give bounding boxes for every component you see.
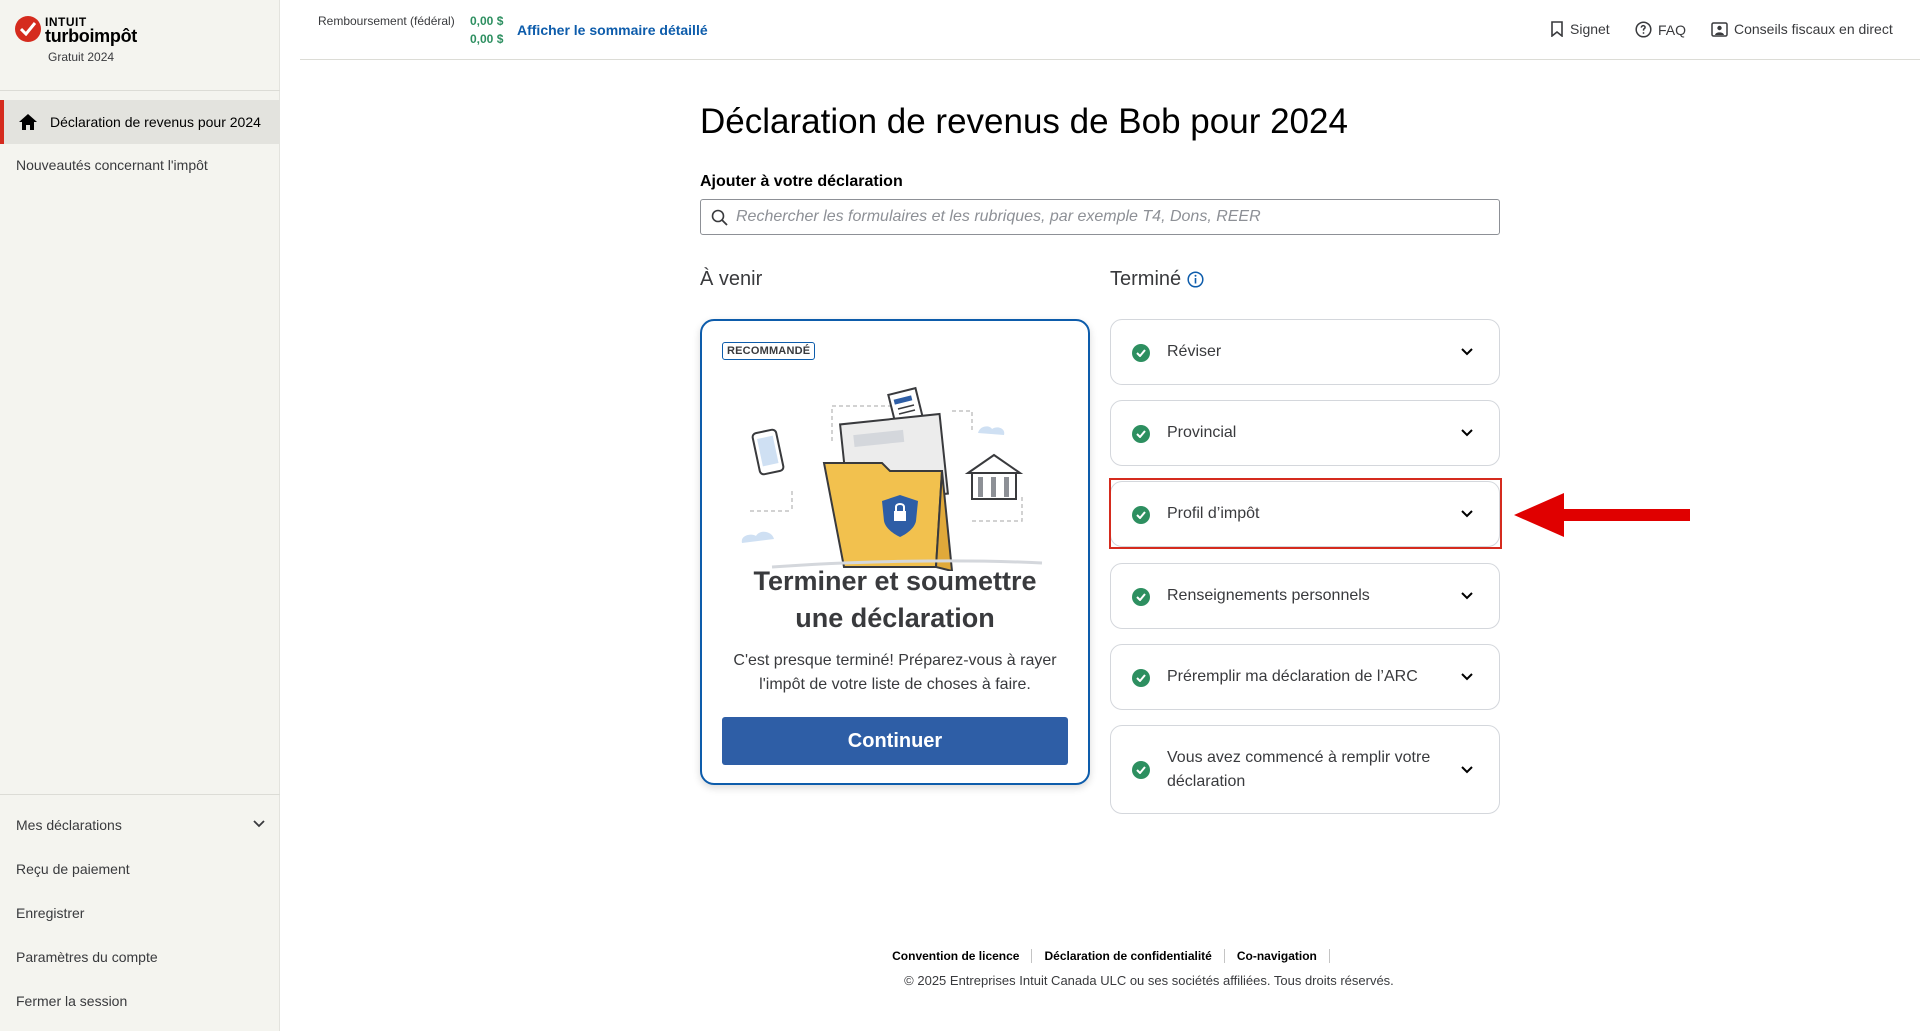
page-title: Déclaration de revenus de Bob pour 2024 — [700, 102, 1348, 141]
search-icon — [711, 209, 728, 226]
check-circle-icon — [1132, 761, 1150, 779]
license-agreement-link[interactable]: Convention de licence — [880, 949, 1033, 963]
card-description: C'est presque terminé! Préparez-vous à r… — [733, 652, 1057, 693]
sidebar-item-account-settings[interactable]: Paramètres du compte — [0, 935, 280, 979]
refund-amount: 0,00 $ — [470, 32, 504, 46]
top-bar: Remboursement (fédéral) 0,00 $ 0,00 $ Af… — [300, 0, 1920, 60]
done-item-personal-info[interactable]: Renseignements personnels — [1110, 563, 1500, 629]
done-item-label: Provincial — [1167, 424, 1237, 441]
done-item-tax-profile[interactable]: Profil d’impôt — [1110, 481, 1500, 547]
sidebar-item-label: Enregistrer — [16, 905, 85, 921]
refund-amount: 0,00 $ — [470, 14, 504, 28]
done-item-provincial[interactable]: Provincial — [1110, 400, 1500, 466]
search-box[interactable] — [700, 199, 1500, 235]
done-item-auto-fill[interactable]: Préremplir ma déclaration de l’ARC — [1110, 644, 1500, 710]
check-circle-icon — [1132, 425, 1150, 443]
bookmark-icon — [1551, 21, 1563, 37]
chevron-down-icon — [1461, 592, 1473, 600]
done-item-label: Réviser — [1167, 343, 1222, 360]
done-heading: Terminé — [1110, 268, 1204, 291]
continue-button[interactable]: Continuer — [722, 717, 1068, 765]
sidebar-divider — [0, 794, 280, 795]
sidebar-item-save[interactable]: Enregistrer — [0, 891, 280, 935]
recommended-badge: RECOMMANDÉ — [722, 342, 816, 360]
check-circle-icon — [1132, 588, 1150, 606]
faq-button[interactable]: FAQ — [1635, 21, 1686, 38]
bookmark-label: Signet — [1570, 21, 1610, 37]
sidebar-item-label: Déclaration de revenus pour 2024 — [50, 114, 261, 130]
co-browse-link[interactable]: Co-navigation — [1225, 949, 1330, 963]
sidebar: INTUIT turboimpôt Gratuit 2024 Déclarati… — [0, 0, 280, 1031]
bookmark-button[interactable]: Signet — [1550, 21, 1610, 37]
sidebar-item-my-returns[interactable]: Mes déclarations — [0, 803, 280, 847]
search-input[interactable] — [736, 202, 1499, 232]
sidebar-item-label: Reçu de paiement — [16, 861, 130, 877]
folder-illustration — [741, 386, 1043, 571]
finish-and-file-card: RECOMMANDÉ Terminer et soumettre une déc… — [700, 319, 1090, 785]
done-item-label: Renseignements personnels — [1167, 587, 1370, 604]
sidebar-item-tax-news[interactable]: Nouveautés concernant l'impôt — [0, 143, 280, 187]
sidebar-item-label: Fermer la session — [16, 993, 128, 1009]
info-icon[interactable] — [1187, 271, 1204, 288]
check-circle-icon — [1132, 506, 1150, 524]
done-item-label: Vous avez commencé à remplir votre décla… — [1167, 748, 1431, 790]
done-heading-text: Terminé — [1110, 268, 1182, 290]
upcoming-heading-text: À venir — [700, 268, 763, 290]
sidebar-item-label: Paramètres du compte — [16, 949, 158, 965]
logo-product-text: turboimpôt — [45, 26, 137, 46]
done-item-label: Préremplir ma déclaration de l’ARC — [1167, 668, 1418, 685]
refund-label: Remboursement (fédéral) — [318, 14, 455, 28]
turboimpot-logo[interactable]: INTUIT turboimpôt Gratuit 2024 — [15, 14, 215, 74]
chevron-down-icon — [1461, 673, 1473, 681]
done-item-started-return[interactable]: Vous avez commencé à remplir votre décla… — [1110, 725, 1500, 814]
logo-check-icon — [15, 16, 41, 42]
expert-image-icon — [1711, 21, 1728, 37]
add-to-return-label: Ajouter à votre déclaration — [700, 173, 903, 190]
chevron-down-icon — [1461, 765, 1473, 773]
sidebar-item-tax-return-2024[interactable]: Déclaration de revenus pour 2024 — [0, 100, 280, 144]
sidebar-item-sign-out[interactable]: Fermer la session — [0, 979, 280, 1023]
home-icon — [19, 114, 37, 130]
check-circle-icon — [1132, 344, 1150, 362]
sidebar-divider — [0, 90, 280, 91]
chevron-down-icon — [1461, 429, 1473, 437]
sidebar-item-payment-receipt[interactable]: Reçu de paiement — [0, 847, 280, 891]
footer-links: Convention de licence Déclaration de con… — [290, 949, 1920, 963]
done-item-review[interactable]: Réviser — [1110, 319, 1500, 385]
faq-label: FAQ — [1658, 21, 1687, 38]
arrow-left-icon — [1514, 493, 1690, 537]
card-title: Terminer et soumettre une déclaration — [753, 566, 1037, 633]
sidebar-item-label: Mes déclarations — [16, 817, 122, 833]
chevron-down-icon — [1461, 510, 1473, 518]
live-tax-advice-label: Conseils fiscaux en direct — [1734, 21, 1893, 37]
upcoming-heading: À venir — [700, 268, 762, 291]
chevron-down-icon — [253, 820, 265, 828]
help-circle-icon — [1635, 21, 1652, 38]
live-tax-advice-button[interactable]: Conseils fiscaux en direct — [1711, 21, 1893, 37]
done-item-label: Profil d’impôt — [1167, 505, 1260, 522]
plan-label: Gratuit 2024 — [48, 50, 115, 64]
check-circle-icon — [1132, 669, 1150, 687]
sidebar-item-label: Nouveautés concernant l'impôt — [16, 157, 208, 173]
copyright-text: © 2025 Entreprises Intuit Canada ULC ou … — [904, 973, 1394, 988]
privacy-statement-link[interactable]: Déclaration de confidentialité — [1032, 949, 1225, 963]
detailed-summary-link[interactable]: Afficher le sommaire détaillé — [517, 22, 708, 38]
chevron-down-icon — [1461, 348, 1473, 356]
